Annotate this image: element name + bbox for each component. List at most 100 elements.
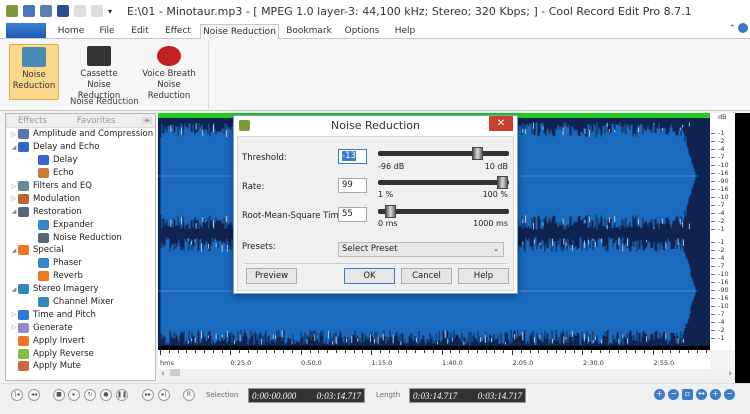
cancel-button[interactable]: Cancel [401,268,452,284]
open-icon[interactable] [40,5,52,17]
go-end-button[interactable]: ▸| [158,389,170,401]
redo-icon[interactable] [91,5,103,17]
db-label: -10 [718,270,729,278]
help-icon[interactable] [738,23,748,33]
help-button[interactable]: Help [458,268,509,284]
tree-item[interactable]: Delay [6,154,155,167]
stop-button[interactable]: ■ [53,389,65,401]
undo-icon[interactable] [74,5,86,17]
time-tick [265,350,267,353]
cassette-noise-reduction-button[interactable]: Cassette Noise Reduction [68,44,130,102]
quick-access-dropdown-icon[interactable]: ▾ [108,7,112,16]
tree-item[interactable]: ▷ Filters and EQ [6,180,155,193]
time-tick [547,350,549,353]
tree-item-label: Time and Pitch [33,309,96,320]
expanded-icon[interactable]: ◢ [10,286,18,293]
expanded-icon[interactable]: ◢ [10,247,18,254]
loop-button[interactable]: ↻ [84,389,96,401]
tree-item[interactable]: Expander [6,218,155,231]
vertical-scrollbar[interactable] [735,113,750,383]
expanded-icon[interactable]: ◢ [10,208,18,215]
tree-item[interactable]: ▷ Generate [6,321,155,334]
panel-scroll-button[interactable]: ◂▸ [141,117,152,124]
go-start-button[interactable]: |◂ [11,389,23,401]
zoom-out-icon[interactable]: − [668,389,679,400]
presets-label: Presets: [242,242,276,252]
record-button[interactable]: R [183,389,195,401]
rate-min: 1 % [378,190,394,199]
zoom-selection-icon[interactable]: ▫ [682,389,693,400]
threshold-slider[interactable] [378,147,509,160]
tree-item[interactable]: Phaser [6,257,155,270]
collapsed-icon[interactable]: ▷ [10,131,18,138]
effect-icon [38,258,49,269]
tree-item[interactable]: ◢ Stereo Imagery [6,283,155,296]
tree-item[interactable]: ▷ Modulation [6,192,155,205]
tab-home[interactable]: Home [52,24,90,39]
zoom-in-vertical-icon[interactable]: + [710,389,721,400]
rate-input[interactable]: 99 [338,178,367,193]
voice-breath-noise-reduction-button[interactable]: Voice Breath Noise Reduction [136,44,202,102]
preview-button[interactable]: Preview [246,268,297,284]
zoom-full-icon[interactable]: ↔ [696,389,707,400]
zoom-out-vertical-icon[interactable]: − [724,389,735,400]
rms-time-slider[interactable] [378,205,509,218]
tree-item[interactable]: Apply Invert [6,334,155,347]
presets-dropdown[interactable]: Select Preset ⌄ [338,242,504,257]
collapsed-icon[interactable]: ▷ [10,324,18,331]
tree-item[interactable]: ▷ Time and Pitch [6,308,155,321]
collapsed-icon[interactable]: ▷ [10,195,18,202]
tree-item[interactable]: Channel Mixer [6,296,155,309]
db-tick [711,282,715,283]
time-tick [485,350,487,353]
rms-time-input[interactable]: 55 [338,207,367,222]
tab-effect[interactable]: Effect [160,24,196,39]
app-menu-button[interactable] [6,23,46,38]
collapsed-icon[interactable]: ▷ [10,183,18,190]
tree-item[interactable]: ◢ Special [6,244,155,257]
play-button[interactable]: ▸ [68,389,80,401]
tab-options[interactable]: Options [342,24,382,39]
collapsed-icon[interactable]: ▷ [10,311,18,318]
record-dot-button[interactable]: ● [100,389,112,401]
effect-icon [18,193,29,204]
rate-slider[interactable] [378,176,509,189]
threshold-input[interactable]: -13 [338,149,367,164]
tree-item[interactable]: Echo [6,167,155,180]
tree-item[interactable]: Reverb [6,270,155,283]
pause-button[interactable]: ❚❚ [116,389,128,401]
tab-edit[interactable]: Edit [125,24,155,39]
slider-thumb[interactable] [471,147,483,160]
tab-file[interactable]: File [92,24,122,39]
tab-bookmark[interactable]: Bookmark [284,24,334,39]
tree-item[interactable]: ▷ Amplitude and Compression [6,128,155,141]
fast-forward-button[interactable]: ▸▸ [142,389,154,401]
close-button[interactable]: ✕ [489,116,513,131]
tree-item[interactable]: Apply Mute [6,360,155,373]
effects-tab[interactable]: Effects [18,116,47,126]
ribbon-collapse-icon[interactable]: ⌃ [728,24,736,34]
noise-reduction-button[interactable]: Noise Reduction [9,44,59,100]
tree-item[interactable]: Apply Reverse [6,347,155,360]
tree-item[interactable]: Noise Reduction [6,231,155,244]
db-label: -4 [718,145,725,153]
favorites-tab[interactable]: Favorites [77,116,115,126]
tree-item-label: Modulation [33,193,81,204]
effect-icon [18,361,29,372]
new-icon[interactable] [23,5,35,17]
expanded-icon[interactable]: ◢ [10,144,18,151]
tree-item[interactable]: ◢ Restoration [6,205,155,218]
tab-noise-reduction[interactable]: Noise Reduction [200,24,279,40]
horizontal-scrollbar[interactable]: ‹ › [158,369,735,381]
tab-help[interactable]: Help [392,24,418,39]
db-label: -1 [718,225,725,233]
slider-thumb[interactable] [384,205,396,218]
zoom-in-icon[interactable]: + [654,389,665,400]
ok-button[interactable]: OK [344,268,395,284]
db-label: -16 [718,185,729,193]
db-tick [711,330,715,331]
rewind-button[interactable]: ◂◂ [28,389,40,401]
tree-item[interactable]: ◢ Delay and Echo [6,141,155,154]
slider-thumb[interactable] [496,176,508,189]
save-icon[interactable] [57,5,69,17]
